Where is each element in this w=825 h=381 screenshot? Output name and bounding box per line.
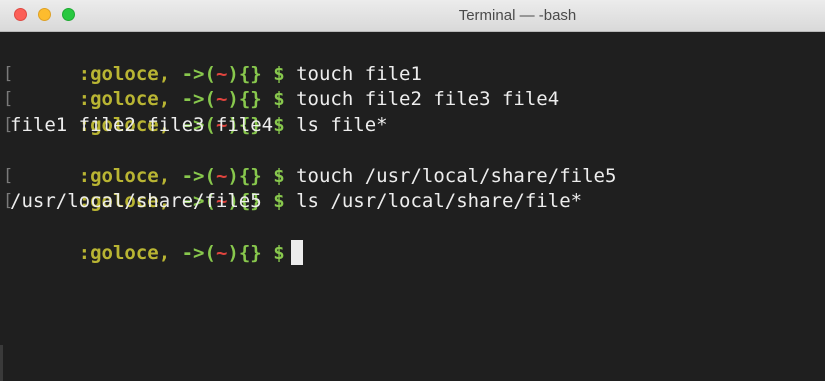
title-bar[interactable]: Terminal — -bash (0, 0, 825, 32)
current-prompt-line[interactable]: :goloce, ->(~){} $ (10, 215, 825, 265)
prompt-directory: ~ (215, 242, 228, 264)
command-line: [:goloce, ->(~){} $ ls /usr/local/share/… (3, 164, 825, 212)
text-cursor[interactable] (290, 240, 303, 265)
command-line: [:goloce, ->(~){} $ touch file2 file3 fi… (3, 62, 825, 110)
prompt-arrow: ->( (181, 242, 216, 264)
output-line: /usr/local/share/file5 (10, 190, 262, 212)
command-line: [:goloce, ->(~){} $ touch /usr/local/sha… (3, 138, 825, 187)
output-line: file1 file2 file3 file4 (10, 113, 274, 136)
prompt-user: :goloce, (78, 242, 171, 264)
terminal-content[interactable]: [:goloce, ->(~){} $ touch file1 [:goloce… (0, 32, 825, 381)
prompt-close-paren: ) (227, 242, 239, 264)
prompt-dollar: $ (273, 242, 285, 264)
command-line: [:goloce, ->(~){} $ ls file* (3, 87, 825, 136)
prompt-braces: {} (238, 242, 262, 264)
window-edge-divider (0, 345, 3, 381)
window-title: Terminal — -bash (458, 7, 577, 24)
terminal-window: Terminal — -bash [:goloce, ->(~){} $ tou… (0, 0, 825, 381)
command-line: [:goloce, ->(~){} $ touch file1 (3, 36, 825, 85)
